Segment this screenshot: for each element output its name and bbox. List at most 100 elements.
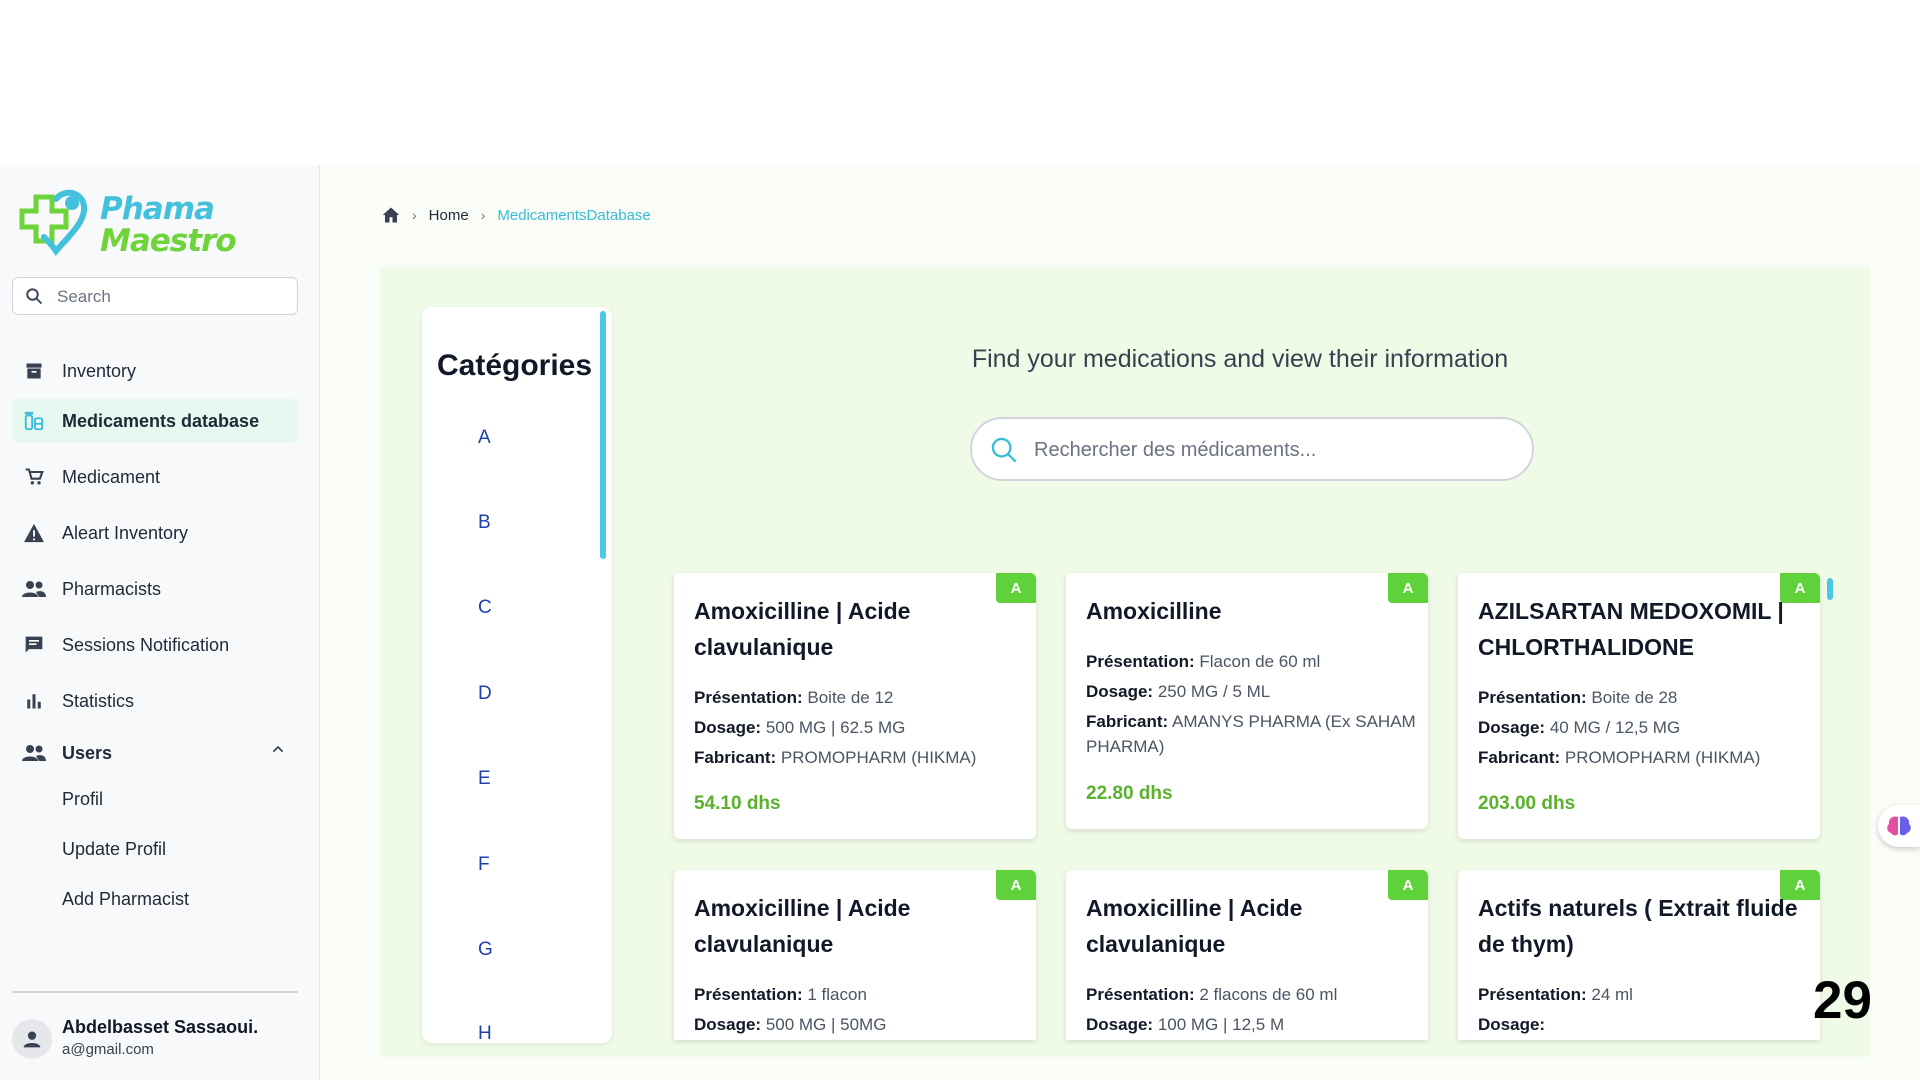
medication-search[interactable]	[970, 417, 1534, 481]
heart-cross-icon	[19, 189, 88, 256]
sidebar-item-label: Aleart Inventory	[62, 522, 189, 543]
medication-fabricant: Fabricant: AMANYS PHARMA (Ex SAHAM PHARM…	[1086, 712, 1416, 756]
people-icon	[22, 577, 46, 601]
medication-dosage: Dosage:	[1478, 1015, 1546, 1034]
medication-name: AZILSARTAN MEDOXOMIL | CHLORTHALIDONE	[1478, 598, 1784, 660]
medication-card[interactable]: A Amoxicilline Présentation: Flacon de 6…	[1066, 573, 1428, 829]
assistant-widget-button[interactable]	[1878, 805, 1920, 847]
sidebar-search-input[interactable]	[55, 284, 289, 310]
categories-scrollbar[interactable]	[600, 311, 606, 559]
category-letter[interactable]: C	[478, 597, 492, 619]
sidebar-item-medicaments-database[interactable]: Medicaments database	[12, 399, 298, 443]
medication-name: Amoxicilline | Acide clavulanique	[1086, 895, 1303, 957]
medication-presentation: Présentation: Boite de 12	[694, 688, 894, 707]
chat-icon	[22, 633, 46, 657]
sidebar-item-label: Medicaments database	[62, 410, 260, 431]
breadcrumb-home[interactable]: Home	[429, 207, 469, 224]
sidebar-item-users[interactable]: Users	[12, 731, 298, 775]
category-letter[interactable]: B	[478, 512, 491, 534]
medication-card[interactable]: A Amoxicilline | Acide clavulanique Prés…	[674, 573, 1036, 839]
chevron-up-icon[interactable]	[270, 741, 286, 757]
sidebar-item-medicament[interactable]: Medicament	[12, 455, 298, 499]
sidebar-item-label: Medicament	[62, 466, 161, 487]
category-letter[interactable]: G	[478, 939, 493, 961]
main-content: › Home › MedicamentsDatabase Catégories …	[320, 165, 1920, 1080]
cart-icon	[22, 465, 46, 489]
sidebar-item-label: Statistics	[62, 690, 135, 711]
medication-name: Amoxicilline	[1086, 598, 1222, 624]
category-letter[interactable]: D	[478, 683, 492, 705]
breadcrumb-current[interactable]: MedicamentsDatabase	[497, 207, 650, 224]
sidebar-divider	[12, 991, 298, 993]
medication-name: Actifs naturels ( Extrait fluide de thym…	[1478, 895, 1798, 957]
medication-dosage: Dosage: 100 MG | 12,5 M	[1086, 1015, 1285, 1034]
home-icon[interactable]	[382, 206, 400, 224]
category-letter[interactable]: A	[478, 427, 491, 449]
medication-presentation: Présentation: Flacon de 60 ml	[1086, 652, 1321, 671]
medication-presentation: Présentation: 1 flacon	[694, 985, 867, 1004]
sidebar-subitem-add-pharmacist[interactable]: Add Pharmacist	[62, 889, 189, 910]
user-name: Abdelbasset Sassaoui.	[62, 1017, 259, 1037]
avatar	[12, 1019, 52, 1059]
sidebar-item-label: Sessions Notification	[62, 634, 230, 655]
app-window: Phama Maestro Inventory Medicaments data…	[0, 165, 1920, 1080]
medication-card[interactable]: A Amoxicilline | Acide clavulanique Prés…	[674, 870, 1036, 1040]
medications-panel: Catégories A B C D E F G H Find your med…	[380, 267, 1870, 1057]
categories-card: Catégories A B C D E F G H	[422, 307, 612, 1043]
search-icon	[991, 437, 1017, 463]
chevron-right-icon: ›	[480, 207, 486, 223]
sidebar-item-sessions-notification[interactable]: Sessions Notification	[12, 623, 298, 667]
sidebar-item-aleart-inventory[interactable]: Aleart Inventory	[12, 511, 298, 555]
user-profile[interactable]: Abdelbasset Sassaoui. a@gmail.com	[12, 1013, 302, 1069]
sidebar-item-statistics[interactable]: Statistics	[12, 679, 298, 723]
sidebar-item-label: Inventory	[62, 360, 137, 381]
user-email: a@gmail.com	[62, 1041, 154, 1058]
person-icon	[23, 1031, 41, 1048]
users-icon	[22, 741, 46, 765]
medication-presentation: Présentation: 2 flacons de 60 ml	[1086, 985, 1338, 1004]
medication-name: Amoxicilline | Acide clavulanique	[694, 895, 911, 957]
medication-dosage: Dosage: 40 MG / 12,5 MG	[1478, 718, 1681, 737]
chevron-right-icon: ›	[412, 207, 417, 223]
medication-dosage: Dosage: 250 MG / 5 ML	[1086, 682, 1271, 701]
category-letter[interactable]: F	[478, 854, 490, 876]
medication-name: Amoxicilline | Acide clavulanique	[694, 598, 911, 660]
sidebar-subitem-update-profil[interactable]: Update Profil	[62, 839, 166, 860]
results-scrollbar[interactable]	[1827, 578, 1833, 600]
pills-icon	[22, 409, 46, 433]
medication-card[interactable]: A Actifs naturels ( Extrait fluide de th…	[1458, 870, 1820, 1040]
archive-icon	[22, 359, 46, 383]
brand-line-2: Maestro	[100, 223, 237, 259]
medication-price: 22.80 dhs	[1086, 783, 1173, 804]
brand-line-1: Phama	[100, 191, 215, 227]
sidebar-search[interactable]	[12, 277, 298, 315]
categories-title: Catégories	[437, 349, 593, 382]
medication-card[interactable]: A Amoxicilline | Acide clavulanique Prés…	[1066, 870, 1428, 1040]
medication-search-input[interactable]	[1032, 435, 1516, 465]
sidebar-subitem-profil[interactable]: Profil	[62, 789, 103, 810]
medication-dosage: Dosage: 500 MG | 50MG	[694, 1015, 887, 1034]
brain-icon	[1887, 816, 1911, 836]
category-letter[interactable]: E	[478, 768, 491, 790]
medication-presentation: Présentation: Boite de 28	[1478, 688, 1678, 707]
sidebar: Phama Maestro Inventory Medicaments data…	[0, 165, 320, 1080]
search-icon	[26, 288, 43, 305]
brand-logo[interactable]: Phama Maestro	[12, 181, 252, 261]
sidebar-item-inventory[interactable]: Inventory	[12, 349, 298, 393]
sidebar-item-pharmacists[interactable]: Pharmacists	[12, 567, 298, 611]
category-letter[interactable]: H	[478, 1023, 492, 1043]
medication-presentation: Présentation: 24 ml	[1478, 985, 1633, 1004]
medication-fabricant: Fabricant: PROMOPHARM (HIKMA)	[694, 748, 977, 767]
warning-icon	[22, 521, 46, 545]
sidebar-item-label: Users	[62, 742, 113, 763]
sidebar-item-label: Pharmacists	[62, 578, 162, 599]
page-heading: Find your medications and view their inf…	[971, 345, 1509, 373]
page-number: 29	[1813, 971, 1872, 1030]
medication-fabricant: Fabricant: PROMOPHARM (HIKMA)	[1478, 748, 1761, 767]
bar-chart-icon	[22, 689, 46, 713]
breadcrumb: › Home › MedicamentsDatabase	[382, 203, 651, 227]
medication-price: 54.10 dhs	[694, 793, 781, 814]
medication-dosage: Dosage: 500 MG | 62.5 MG	[694, 718, 906, 737]
medication-card[interactable]: A AZILSARTAN MEDOXOMIL | CHLORTHALIDONE …	[1458, 573, 1820, 839]
medication-price: 203.00 dhs	[1478, 793, 1576, 814]
